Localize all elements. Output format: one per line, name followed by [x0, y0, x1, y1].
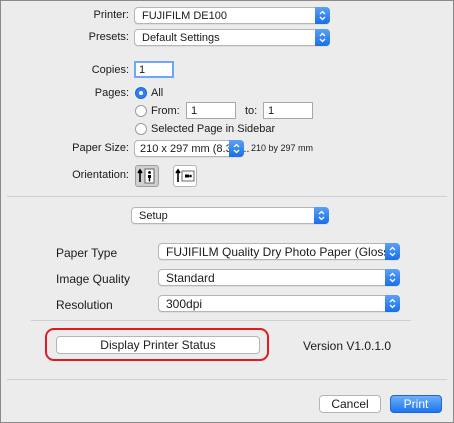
pages-selected-label: Selected Page in Sidebar: [151, 123, 276, 135]
resolution-popup[interactable]: 300dpi: [158, 295, 400, 312]
separator: [7, 379, 447, 380]
updown-icon: [385, 243, 400, 260]
presets-popup[interactable]: Default Settings: [134, 29, 330, 46]
print-button[interactable]: Print: [390, 395, 442, 413]
print-dialog: Printer: FUJIFILM DE100 Presets: Default…: [0, 0, 454, 423]
resolution-value: 300dpi: [166, 297, 203, 311]
printer-popup[interactable]: FUJIFILM DE100: [134, 7, 330, 24]
separator: [31, 320, 411, 321]
pages-all-radio[interactable]: [135, 87, 147, 99]
pages-all-label: All: [151, 87, 164, 99]
printer-label: Printer:: [93, 9, 129, 21]
highlight-annotation: [45, 328, 269, 361]
landscape-icon: [175, 168, 195, 182]
paper-type-value: FUJIFILM Quality Dry Photo Paper (Glossy…: [166, 245, 400, 259]
separator: [7, 196, 447, 197]
updown-icon: [229, 140, 244, 157]
orientation-portrait-button[interactable]: [135, 165, 159, 187]
pages-from-radio[interactable]: [135, 105, 147, 117]
updown-icon: [315, 7, 330, 24]
pages-selected-radio[interactable]: [135, 123, 147, 135]
pages-label: Pages:: [94, 87, 129, 99]
updown-icon: [385, 269, 400, 286]
orientation-landscape-button[interactable]: [173, 165, 197, 187]
resolution-label: Resolution: [56, 298, 113, 312]
printer-value: FUJIFILM DE100: [142, 10, 227, 22]
portrait-icon: [137, 168, 155, 184]
paper-type-popup[interactable]: FUJIFILM Quality Dry Photo Paper (Glossy…: [158, 243, 400, 260]
paper-size-popup[interactable]: 210 x 297 mm (8.3 x...: [134, 140, 249, 157]
updown-icon: [314, 207, 329, 224]
pages-from-label: From:: [151, 105, 180, 117]
updown-icon: [315, 29, 330, 46]
pages-to-value: 1: [268, 105, 275, 117]
presets-label: Presets:: [88, 31, 129, 43]
cancel-button[interactable]: Cancel: [319, 395, 381, 413]
copies-label: Copies:: [91, 64, 129, 76]
paper-type-label: Paper Type: [56, 246, 118, 260]
pages-to-label: to:: [245, 105, 258, 117]
section-popup[interactable]: Setup: [131, 207, 329, 224]
copies-value: 1: [139, 64, 146, 76]
copies-field[interactable]: 1: [134, 61, 174, 78]
orientation-label: Orientation:: [72, 169, 129, 181]
updown-icon: [385, 295, 400, 312]
version-text: Version V1.0.1.0: [303, 339, 392, 353]
pages-from-value: 1: [191, 105, 198, 117]
image-quality-label: Image Quality: [56, 272, 131, 286]
pages-from-field[interactable]: 1: [186, 102, 236, 119]
presets-value: Default Settings: [142, 32, 220, 44]
image-quality-value: Standard: [166, 271, 215, 285]
section-value: Setup: [139, 210, 168, 222]
image-quality-popup[interactable]: Standard: [158, 269, 400, 286]
paper-size-label: Paper Size:: [72, 142, 129, 154]
pages-to-field[interactable]: 1: [263, 102, 313, 119]
paper-size-note: 210 by 297 mm: [251, 143, 314, 153]
